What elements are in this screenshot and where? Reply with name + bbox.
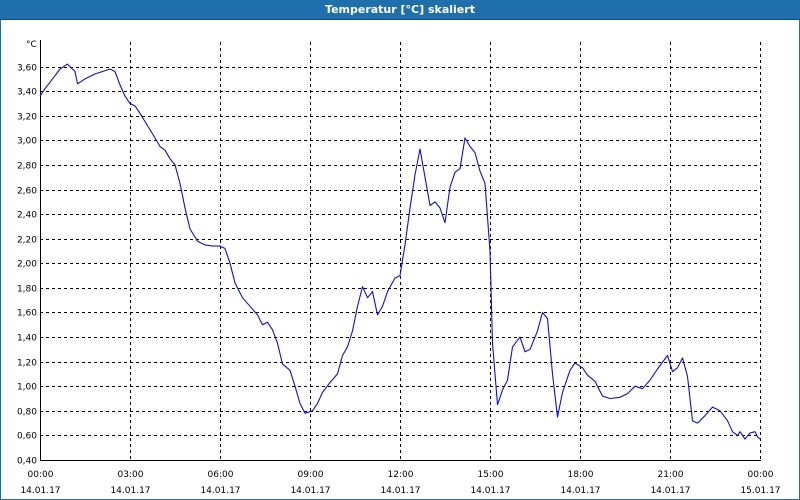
y-tick-label: 1,40: [17, 334, 37, 344]
x-tick-time-label: 00:00: [748, 470, 774, 480]
x-tick-time-label: 00:00: [28, 470, 54, 480]
x-tick-time-label: 21:00: [658, 470, 684, 480]
y-tick-label: 1,20: [17, 359, 37, 369]
y-tick-label: 1,80: [17, 285, 37, 295]
y-tick-label: 3,20: [17, 113, 37, 123]
x-tick-time-label: 09:00: [298, 470, 324, 480]
x-tick-date-label: 15.01.17: [740, 486, 780, 496]
y-tick-label: 2,20: [17, 236, 37, 246]
tick-labels: 0,40 0,60 0,80 1,00 1,20 1,40 1,60 1,80 2,00 2,20…: [17, 40, 781, 496]
x-tick-time-label: 03:00: [118, 470, 144, 480]
temperature-chart: 0,40 0,60 0,80 1,00 1,20 1,40 1,60 1,80 2,00 2,20…: [17, 40, 781, 496]
x-tick-date-label: 14.01.17: [200, 486, 240, 496]
chart-window: Temperatur [°C] skaliert 0,40 0,60 0,80 1,0…: [0, 0, 800, 500]
y-tick-label: 0,80: [17, 408, 37, 418]
y-tick-label: 2,80: [17, 162, 37, 172]
x-tick-date-label: 14.01.17: [380, 486, 420, 496]
y-tick-label: 0,60: [17, 432, 37, 442]
y-tick-label: 2,00: [17, 260, 37, 270]
x-tick-time-label: 12:00: [388, 470, 414, 480]
grid: [40, 42, 761, 460]
y-tick-label: 1,60: [17, 309, 37, 319]
x-tick-time-label: 18:00: [568, 470, 594, 480]
x-tick-date-label: 14.01.17: [560, 486, 600, 496]
x-tick-date-label: 14.01.17: [110, 486, 150, 496]
x-tick-date-label: 14.01.17: [650, 486, 690, 496]
x-tick-date-label: 14.01.17: [20, 486, 60, 496]
x-tick-time-label: 06:00: [208, 470, 234, 480]
y-tick-label: 1,00: [17, 383, 37, 393]
x-tick-time-label: 15:00: [478, 470, 504, 480]
x-tick-date-label: 14.01.17: [290, 486, 330, 496]
y-tick-label: 2,60: [17, 187, 37, 197]
y-tick-label: 2,40: [17, 211, 37, 221]
y-tick-label: 3,00: [17, 137, 37, 147]
y-tick-label: 0,40: [17, 457, 37, 467]
y-tick-label: 3,40: [17, 88, 37, 98]
x-tick-date-label: 14.01.17: [470, 486, 510, 496]
y-tick-label: 3,60: [17, 64, 37, 74]
y-axis-unit-label: °C: [26, 40, 37, 50]
